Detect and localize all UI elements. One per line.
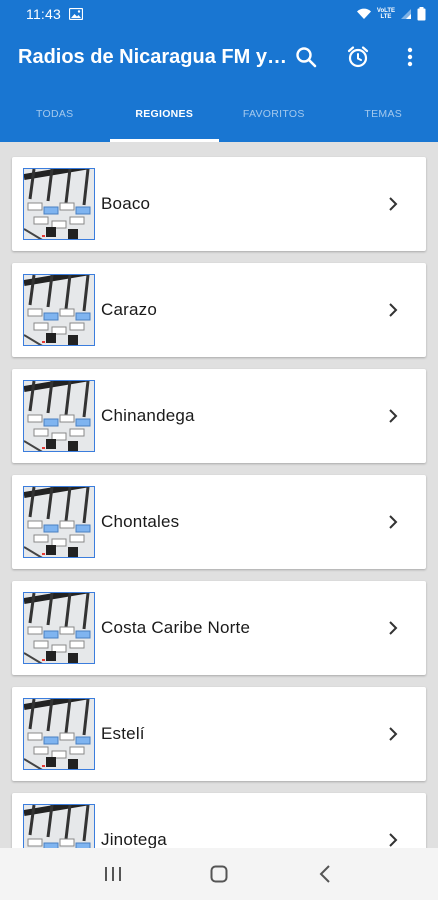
back-icon — [319, 865, 330, 883]
recents-icon — [105, 867, 121, 881]
radio-mixer-thumbnail — [23, 380, 95, 452]
volte-lte-icon: VoLTE LTE — [377, 8, 395, 20]
region-item[interactable]: Carazo — [12, 263, 426, 357]
alarm-icon — [347, 46, 369, 68]
region-item[interactable]: Jinotega — [12, 793, 426, 848]
app-actions — [282, 28, 438, 86]
battery-icon — [417, 7, 426, 21]
radio-mixer-thumbnail — [23, 592, 95, 664]
region-item[interactable]: Estelí — [12, 687, 426, 781]
chevron-right-icon — [388, 302, 398, 318]
system-nav-bar — [0, 848, 438, 900]
radio-mixer-thumbnail — [23, 486, 95, 558]
chevron-right-icon — [388, 620, 398, 636]
search-button[interactable] — [282, 33, 330, 81]
recents-button[interactable] — [83, 848, 143, 900]
home-icon — [210, 865, 228, 883]
chevron-right-icon — [388, 408, 398, 424]
search-icon — [296, 47, 317, 68]
region-item[interactable]: Chinandega — [12, 369, 426, 463]
back-button[interactable] — [295, 848, 355, 900]
tab-bar: TODAS REGIONES FAVORITOS TEMAS — [0, 86, 438, 142]
region-label: Chinandega — [101, 406, 195, 425]
region-label: Estelí — [101, 724, 145, 743]
region-list: Boaco Carazo Chinandega Chontales Costa Cari… — [0, 142, 438, 848]
more-options-button[interactable] — [386, 33, 434, 81]
radio-mixer-thumbnail — [23, 698, 95, 770]
region-label: Boaco — [101, 194, 151, 213]
signal-icon — [400, 8, 412, 20]
tab-temas[interactable]: TEMAS — [329, 86, 438, 142]
app-title: Radios de Nicaragua FM y AM — [18, 45, 290, 68]
chevron-right-icon — [388, 196, 398, 212]
status-bar: 11:43 VoLTE LTE — [0, 0, 438, 28]
app-bar: Radios de Nicaragua FM y AM — [0, 28, 438, 86]
region-label: Carazo — [101, 300, 158, 319]
home-button[interactable] — [189, 848, 249, 900]
tab-regiones[interactable]: REGIONES — [109, 86, 220, 142]
region-label: Costa Caribe Norte — [101, 618, 251, 637]
tab-favoritos[interactable]: FAVORITOS — [219, 86, 329, 142]
gallery-icon — [69, 8, 83, 20]
radio-mixer-thumbnail — [23, 168, 95, 240]
network-label-bottom: LTE — [380, 14, 392, 20]
chevron-right-icon — [388, 832, 398, 848]
region-item[interactable]: Costa Caribe Norte — [12, 581, 426, 675]
region-item[interactable]: Chontales — [12, 475, 426, 569]
wifi-icon — [356, 8, 372, 20]
radio-mixer-thumbnail — [23, 804, 95, 848]
region-item[interactable]: Boaco — [12, 157, 426, 251]
region-label: Chontales — [101, 512, 180, 531]
radio-mixer-thumbnail — [23, 274, 95, 346]
status-time: 11:43 — [26, 6, 61, 22]
tab-todas[interactable]: TODAS — [0, 86, 110, 142]
alarm-button[interactable] — [334, 33, 382, 81]
chevron-right-icon — [388, 514, 398, 530]
more-vert-icon — [407, 47, 413, 67]
region-label: Jinotega — [101, 830, 167, 848]
chevron-right-icon — [388, 726, 398, 742]
